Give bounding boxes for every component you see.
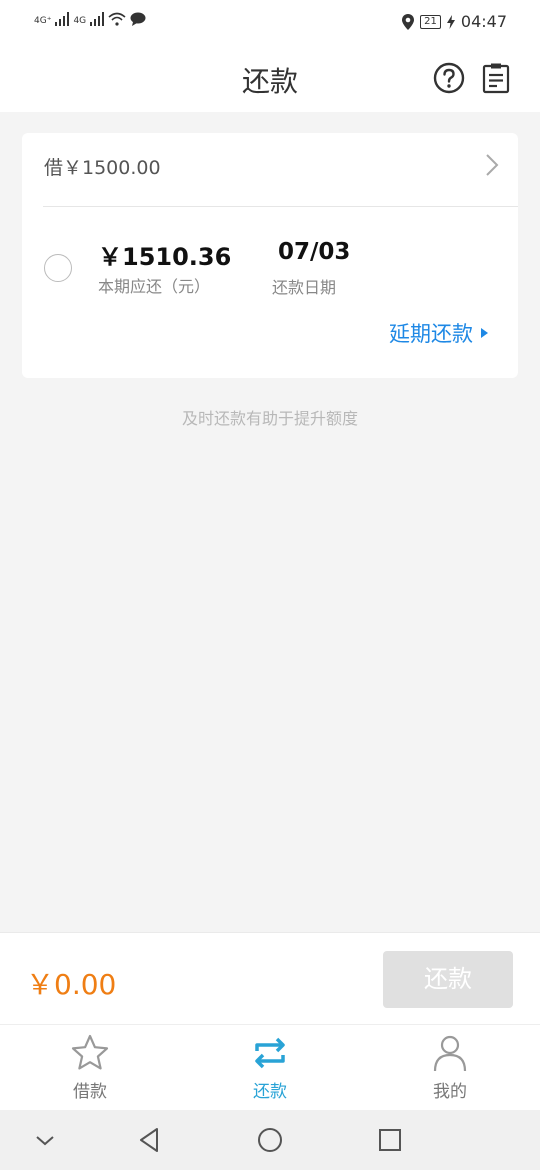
- location-icon: [402, 13, 415, 30]
- bottom-tab-bar: 借款 还款 我的: [0, 1024, 540, 1111]
- tab-borrow[interactable]: 借款: [30, 1033, 150, 1102]
- back-icon[interactable]: [135, 1125, 165, 1155]
- charging-icon: [446, 14, 455, 29]
- repayment-tip: 及时还款有助于提升额度: [181, 409, 358, 428]
- clock: 04:47: [460, 12, 507, 31]
- pay-bar: ￥0.00 还款: [0, 932, 540, 1025]
- pay-total: ￥0.00: [26, 968, 117, 1001]
- select-installment-radio[interactable]: [44, 254, 72, 282]
- repeat-icon: [255, 1037, 285, 1069]
- status-bar: 4G⁺ 4G 21 04:47: [0, 0, 540, 46]
- question-circle-icon[interactable]: [433, 62, 465, 94]
- chevron-right-icon[interactable]: [484, 153, 500, 177]
- loan-amount[interactable]: 借￥1500.00: [44, 153, 161, 180]
- due-date: 07/03: [278, 239, 351, 265]
- amount-due-label: 本期应还（元）: [98, 277, 211, 296]
- app-header: 还款: [0, 46, 540, 112]
- amount-due: ￥1510.36: [98, 243, 232, 271]
- recents-icon[interactable]: [375, 1125, 405, 1155]
- battery-level: 21: [420, 14, 441, 29]
- wifi-icon: [108, 12, 126, 26]
- tab-repay[interactable]: 还款: [210, 1033, 330, 1102]
- tab-label: 还款: [253, 1082, 287, 1102]
- system-nav-bar: [0, 1110, 540, 1170]
- person-icon: [433, 1035, 467, 1072]
- network-indicator-2: 4G: [73, 16, 87, 26]
- extend-repayment-link[interactable]: 延期还款: [389, 318, 488, 348]
- tab-label: 我的: [433, 1082, 467, 1102]
- home-icon[interactable]: [255, 1125, 285, 1155]
- chevron-down-icon[interactable]: [30, 1125, 60, 1155]
- tab-mine[interactable]: 我的: [390, 1033, 510, 1102]
- divider: [43, 206, 518, 207]
- extend-repayment-label: 延期还款: [389, 322, 473, 346]
- repay-button[interactable]: 还款: [383, 951, 513, 1008]
- tab-label: 借款: [73, 1082, 107, 1102]
- network-indicator-1: 4G⁺: [34, 16, 52, 26]
- signal-icon: [55, 12, 70, 26]
- loan-card: 借￥1500.00 ￥1510.36 本期应还（元） 07/03 还款日期 延期…: [22, 133, 518, 378]
- due-date-label: 还款日期: [272, 278, 337, 297]
- clipboard-list-icon[interactable]: [480, 62, 512, 94]
- status-right: 21 04:47: [402, 12, 507, 31]
- triangle-right-icon: [481, 328, 488, 338]
- message-icon: [130, 12, 146, 26]
- star-icon: [71, 1034, 109, 1070]
- status-left: 4G⁺ 4G: [34, 12, 146, 26]
- signal-icon: [90, 12, 105, 26]
